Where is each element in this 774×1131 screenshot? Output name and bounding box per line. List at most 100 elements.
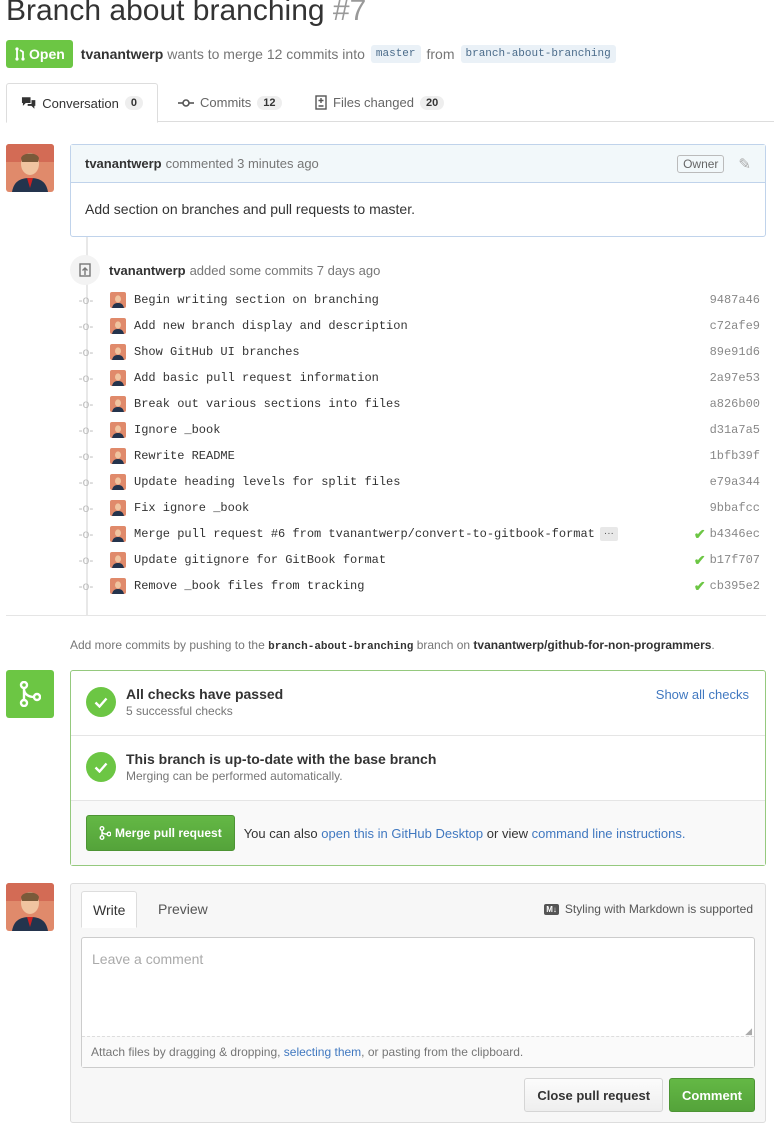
head-branch-ref[interactable]: branch-about-branching [460,45,616,63]
avatar[interactable] [110,344,126,360]
merge-pull-request-button[interactable]: Merge pull request [86,815,235,851]
comment-discussion-icon [21,97,36,109]
check-icon[interactable]: ✔ [694,578,706,595]
repo-push-icon [70,255,100,285]
avatar[interactable] [110,396,126,412]
comment-author-link[interactable]: tvanantwerp [85,156,162,171]
markdown-note[interactable]: M↓ Styling with Markdown is supported [544,902,753,916]
commit-sha-link[interactable]: 9487a46 [710,293,760,307]
commit-sha-link[interactable]: a826b00 [710,397,760,411]
commit-row: -o- Rewrite README 1bfb39f [78,443,760,469]
avatar[interactable] [110,422,126,438]
git-commit-icon: -o- [78,501,94,515]
avatar[interactable] [110,500,126,516]
commit-message-link[interactable]: Break out various sections into files [134,397,400,411]
pr-title-text: Branch about branching [6,0,325,27]
avatar[interactable] [110,370,126,386]
commit-message-link[interactable]: Remove _book files from tracking [134,579,364,593]
commit-sha-link[interactable]: d31a7a5 [710,423,760,437]
git-commit-icon: -o- [78,475,94,489]
check-circle-icon [86,687,116,717]
cli-instructions-link[interactable]: command line instructions [532,826,682,841]
show-all-checks-link[interactable]: Show all checks [656,687,749,702]
commit-message-link[interactable]: Merge pull request #6 from tvanantwerp/c… [134,527,595,541]
commit-message-link[interactable]: Add basic pull request information [134,371,379,385]
avatar[interactable] [110,552,126,568]
attach-files-bar[interactable]: Attach files by dragging & dropping, sel… [82,1036,754,1067]
select-files-link[interactable]: selecting them [284,1045,361,1059]
pr-from-text: from [426,46,455,62]
diff-icon [315,95,327,110]
commit-sha-link[interactable]: 1bfb39f [710,449,760,463]
pr-title: Branch about branching #7 [6,0,366,28]
pr-comment: tvanantwerp commented 3 minutes ago Owne… [70,144,766,237]
checks-subtitle: 5 successful checks [126,704,233,718]
also-text: You can also [243,825,318,841]
hint-repo: tvanantwerp/github-for-non-programmers [473,638,712,652]
commit-message-link[interactable]: Add new branch display and description [134,319,408,333]
commit-status: e79a344 [710,475,760,489]
merge-box: All checks have passed 5 successful chec… [70,670,766,866]
avatar[interactable] [6,883,54,931]
commit-row: -o- Update heading levels for split files… [78,469,760,495]
commit-sha-link[interactable]: e79a344 [710,475,760,489]
commit-status: ✔ cb395e2 [694,578,760,595]
commit-message-link[interactable]: Ignore _book [134,423,220,437]
commit-sha-link[interactable]: 2a97e53 [710,371,760,385]
commit-message-link[interactable]: Rewrite README [134,449,235,463]
merge-button-label: Merge pull request [115,826,222,840]
git-commit-icon: -o- [78,371,94,385]
commit-message-link[interactable]: Update gitignore for GitBook format [134,553,386,567]
comment-button[interactable]: Comment [669,1078,755,1112]
expand-commit-button[interactable]: ··· [599,527,618,541]
state-label: Open [29,46,65,62]
commit-message-link[interactable]: Show GitHub UI branches [134,345,300,359]
avatar[interactable] [110,578,126,594]
tab-label: Files changed [333,95,414,110]
base-branch-ref[interactable]: master [370,45,421,63]
tab-files-changed[interactable]: Files changed 20 [301,83,458,122]
commit-sha-link[interactable]: c72afe9 [710,319,760,333]
commit-message-link[interactable]: Begin writing section on branching [134,293,379,307]
git-commit-icon: -o- [78,579,94,593]
tab-conversation[interactable]: Conversation 0 [6,83,158,123]
avatar[interactable] [110,474,126,490]
commit-row: -o- Fix ignore _book 9bbafcc [78,495,760,521]
desktop-link[interactable]: open this in GitHub Desktop [321,826,483,841]
pr-author-link[interactable]: tvanantwerp [81,46,163,62]
event-author-link[interactable]: tvanantwerp [109,263,186,278]
avatar[interactable] [6,144,54,192]
attach-suffix: , or pasting from the clipboard. [361,1045,524,1059]
git-commit-icon: -o- [78,319,94,333]
comment-textarea[interactable] [82,938,754,1036]
commit-message-link[interactable]: Fix ignore _book [134,501,249,515]
commit-row: -o- Remove _book files from tracking ✔ cb39… [78,573,760,599]
avatar[interactable] [110,448,126,464]
or-view-text: or view [486,825,528,841]
comment-timestamp[interactable]: commented 3 minutes ago [166,156,319,171]
commit-sha-link[interactable]: 89e91d6 [710,345,760,359]
commit-sha-link[interactable]: cb395e2 [710,579,760,593]
tab-counter: 20 [419,95,445,110]
commit-sha-link[interactable]: 9bbafcc [710,501,760,515]
close-pull-request-button[interactable]: Close pull request [524,1078,664,1112]
commit-status: 89e91d6 [710,345,760,359]
commit-row: -o- Update gitignore for GitBook format ✔ b… [78,547,760,573]
pr-merge-text: wants to merge 12 commits into [167,46,365,62]
commit-sha-link[interactable]: b4346ec [710,527,760,541]
avatar[interactable] [110,318,126,334]
tab-write[interactable]: Write [81,891,138,928]
commit-message-link[interactable]: Update heading levels for split files [134,475,400,489]
check-icon[interactable]: ✔ [694,552,706,569]
pencil-icon[interactable]: ✎ [738,155,751,173]
tab-preview[interactable]: Preview [147,891,219,927]
markdown-icon: M↓ [544,903,559,915]
avatar[interactable] [110,526,126,542]
check-icon[interactable]: ✔ [694,526,706,543]
avatar[interactable] [110,292,126,308]
commit-status: ✔ b4346ec [694,526,760,543]
comment-actions: Close pull request Comment [524,1078,755,1112]
tab-commits[interactable]: Commits 12 [164,83,296,122]
hint-suffix: . [711,638,715,652]
commit-sha-link[interactable]: b17f707 [710,553,760,567]
